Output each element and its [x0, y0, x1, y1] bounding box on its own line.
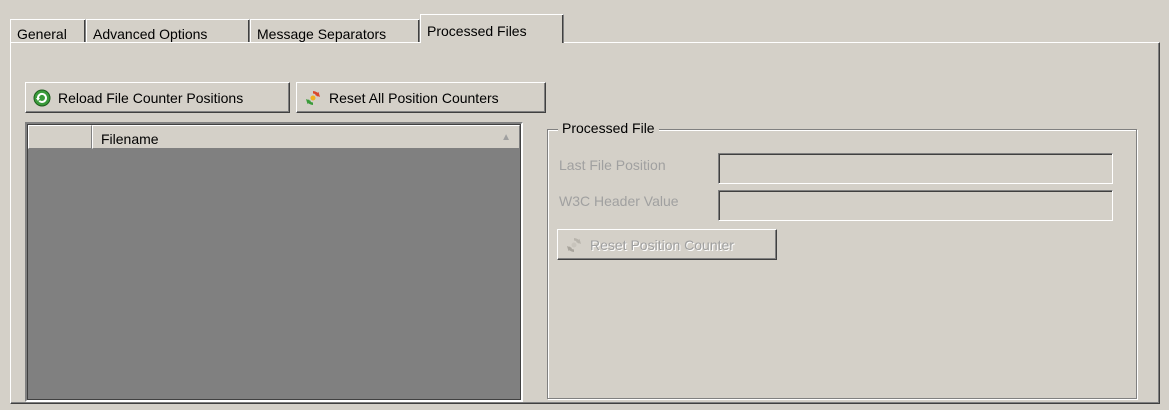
w3c-header-value-field[interactable] [718, 190, 1113, 221]
w3c-header-value-label: W3C Header Value [559, 193, 679, 209]
processed-file-groupbox: Processed File Last File Position W3C He… [547, 120, 1137, 399]
grid-body: Filename ▲ [27, 124, 521, 400]
tab-general-label: General [17, 26, 67, 42]
reload-icon [33, 89, 51, 106]
tab-message-separators[interactable]: Message Separators [250, 19, 420, 42]
sort-ascending-icon: ▲ [501, 132, 511, 143]
reload-file-counter-positions-button[interactable]: Reload File Counter Positions [25, 82, 290, 113]
last-file-position-field[interactable] [718, 153, 1113, 184]
reload-file-counter-positions-label: Reload File Counter Positions [58, 89, 244, 106]
filename-column-header[interactable]: Filename ▲ [92, 125, 520, 149]
tab-advanced-options[interactable]: Advanced Options [86, 19, 250, 42]
tab-general[interactable]: General [10, 19, 86, 42]
reset-all-position-counters-label: Reset All Position Counters [329, 89, 499, 106]
tab-message-separators-label: Message Separators [257, 26, 387, 42]
reset-icon [306, 90, 320, 105]
reset-icon [567, 237, 581, 252]
tab-processed-files[interactable]: Processed Files [420, 14, 564, 43]
row-selector-header[interactable] [28, 125, 92, 149]
grid-header: Filename ▲ [28, 125, 520, 149]
tab-advanced-options-label: Advanced Options [93, 26, 208, 42]
reset-position-counter-label: Reset Position Counter [590, 236, 734, 253]
reset-all-position-counters-button[interactable]: Reset All Position Counters [296, 82, 546, 113]
processed-files-grid[interactable]: Filename ▲ [25, 122, 523, 402]
processed-file-title: Processed File [558, 120, 659, 136]
tab-processed-files-label: Processed Files [427, 23, 527, 39]
last-file-position-label: Last File Position [559, 157, 666, 173]
reset-position-counter-button[interactable]: Reset Position Counter [557, 229, 777, 260]
filename-column-label: Filename [101, 131, 159, 147]
